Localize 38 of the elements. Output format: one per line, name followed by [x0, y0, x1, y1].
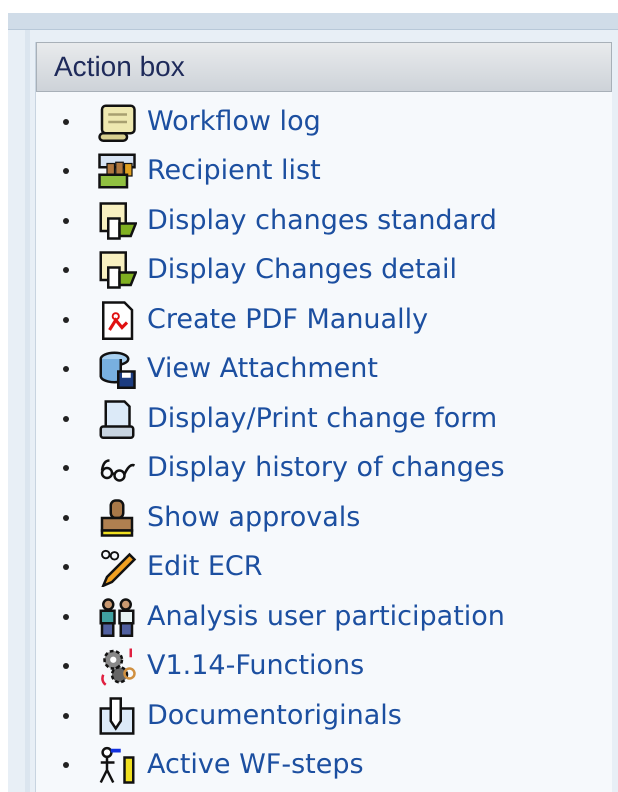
- action-link[interactable]: Recipient list: [147, 151, 321, 192]
- bullet-icon: [63, 118, 69, 125]
- bullet-icon: [63, 663, 69, 670]
- bullet-icon: [63, 514, 69, 521]
- bullet-icon: [63, 564, 69, 570]
- action-link[interactable]: Display/Print change form: [147, 398, 498, 439]
- action-link[interactable]: V1.14-Functions: [147, 646, 364, 686]
- bullet-icon: [63, 416, 69, 422]
- action-link[interactable]: Display changes standard: [147, 200, 497, 241]
- action-link[interactable]: Documentoriginals: [147, 696, 402, 736]
- two-people-icon: [97, 596, 137, 637]
- bullet-icon: [63, 366, 69, 372]
- action-link[interactable]: Active WF-steps: [147, 745, 364, 786]
- database-save-icon: [97, 349, 137, 390]
- action-link[interactable]: Workflow log: [147, 102, 321, 142]
- bullet-icon: [63, 762, 69, 768]
- document-change-icon: [97, 200, 137, 241]
- action-link[interactable]: Display Changes detail: [147, 250, 458, 290]
- action-link[interactable]: Display history of changes: [147, 448, 505, 488]
- action-link[interactable]: View Attachment: [147, 349, 378, 390]
- people-group-icon: [97, 151, 137, 192]
- action-link[interactable]: Analysis user participation: [147, 596, 505, 637]
- action-link[interactable]: Create PDF Manually: [147, 300, 428, 340]
- scroll-icon: [97, 102, 137, 142]
- bullet-icon: [63, 168, 69, 174]
- bullet-icon: [63, 316, 69, 323]
- document-change-icon: [97, 250, 137, 290]
- bullet-icon: [63, 712, 69, 719]
- clipboard-icon: [97, 696, 137, 736]
- panel-title: Action box: [54, 50, 185, 84]
- action-link[interactable]: Edit ECR: [147, 547, 263, 588]
- action-link[interactable]: Show approvals: [147, 498, 360, 538]
- bullet-icon: [63, 465, 69, 472]
- bullet-icon: [63, 614, 69, 620]
- person-flag-icon: [97, 745, 137, 786]
- bullet-icon: [63, 218, 69, 224]
- bullet-icon: [63, 267, 69, 274]
- printer-icon: [97, 398, 137, 439]
